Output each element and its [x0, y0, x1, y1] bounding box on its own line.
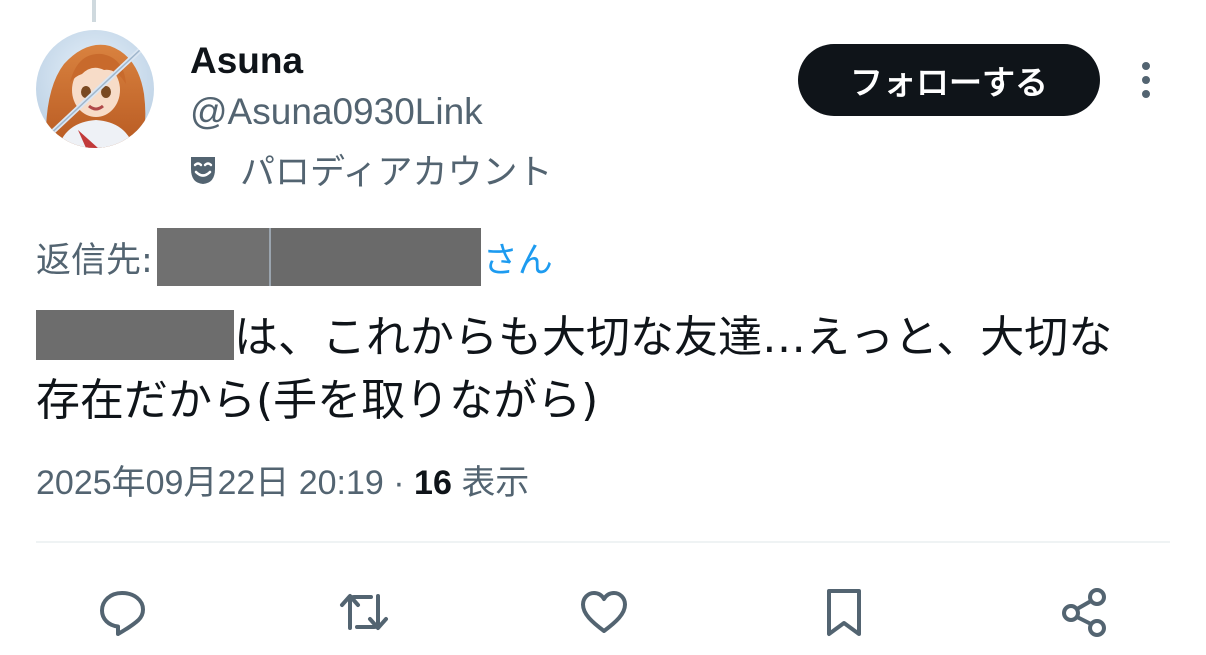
tweet-metadata: 2025年09月22日 20:19 · 16 表示 [36, 455, 529, 504]
redacted-username-block [156, 228, 269, 286]
thread-connector-line [92, 0, 96, 22]
theater-mask-icon [191, 156, 215, 184]
share-icon [1062, 588, 1106, 637]
reply-context: 返信先: さん [36, 226, 553, 288]
tweet-timestamp[interactable]: 2025年09月22日 20:19 [36, 464, 384, 502]
bookmark-icon [827, 589, 861, 636]
views-label: 表示 [461, 464, 530, 502]
bookmark-button[interactable] [816, 584, 872, 640]
avatar[interactable] [36, 30, 154, 148]
share-button[interactable] [1056, 584, 1112, 640]
redacted-name-block [36, 310, 234, 360]
repost-button[interactable] [336, 584, 392, 640]
repost-icon [340, 594, 388, 630]
more-options-icon[interactable] [1132, 58, 1160, 102]
like-icon [581, 591, 627, 633]
parody-account-text: パロディアカウント [240, 153, 553, 193]
author-handle[interactable]: @Asuna0930Link [190, 91, 483, 133]
author-display-name[interactable]: Asuna [190, 40, 303, 82]
parody-account-label: パロディアカウント [186, 144, 553, 195]
like-button[interactable] [576, 584, 632, 640]
reply-icon [100, 591, 145, 636]
follow-button[interactable]: フォローする [798, 44, 1100, 116]
reply-to-label: 返信先: [36, 240, 153, 281]
reply-button[interactable] [94, 584, 150, 640]
avatar-image [36, 30, 154, 148]
reply-to-username-suffix[interactable]: さん [483, 232, 553, 283]
divider [36, 541, 1170, 543]
meta-separator: · [383, 464, 415, 502]
views-count: 16 [414, 464, 452, 502]
redacted-username-block [268, 228, 481, 286]
tweet-text: は、これからも大切な友達…えっと、大切な存在だから(手を取りながら) [36, 306, 1156, 432]
